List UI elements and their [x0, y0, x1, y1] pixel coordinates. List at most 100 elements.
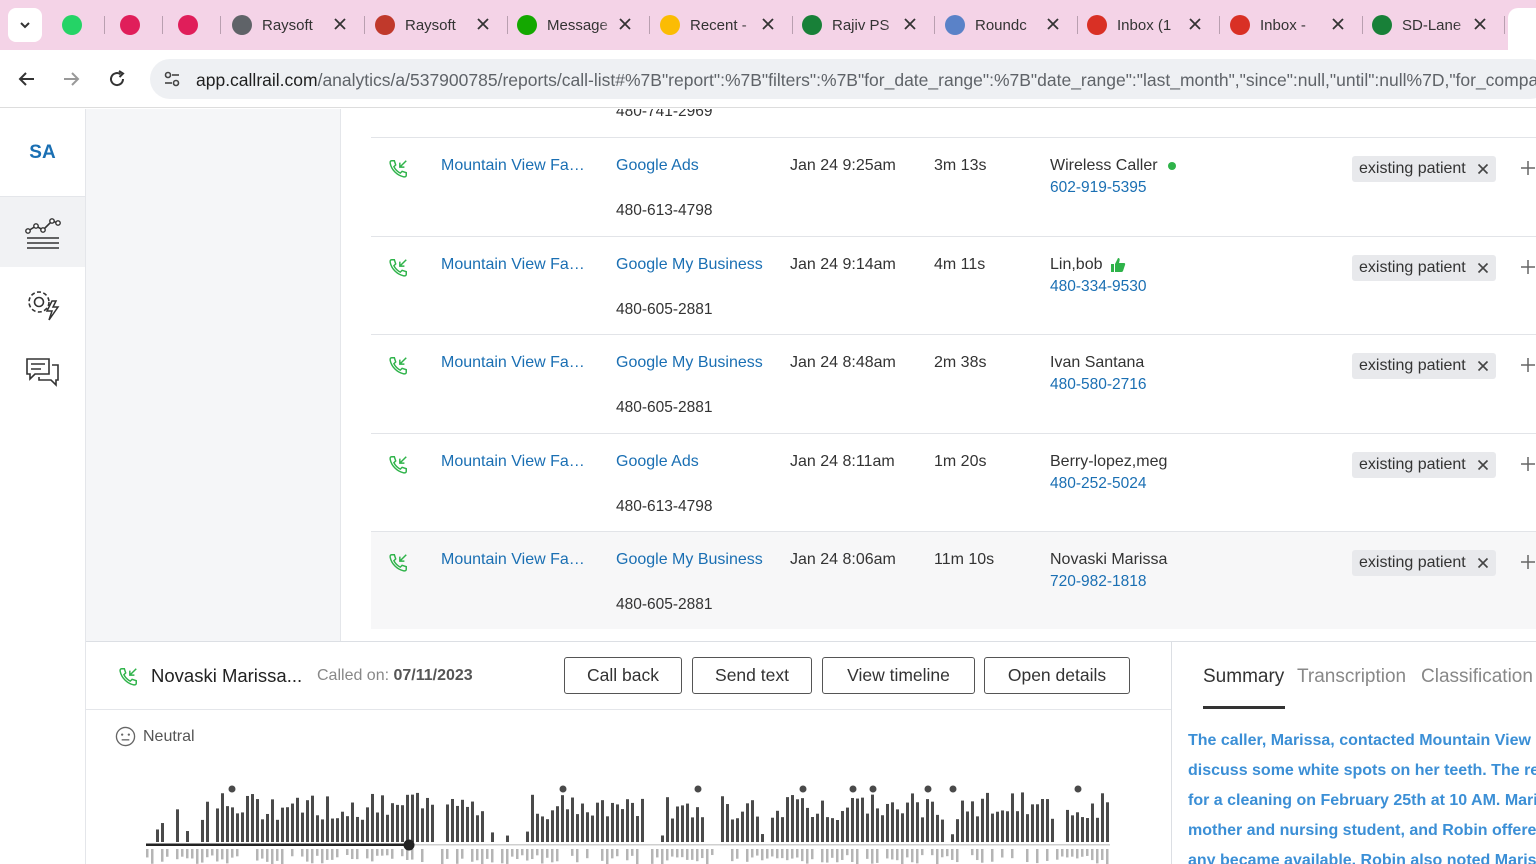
- sidebar-item-settings[interactable]: [0, 269, 85, 339]
- waveform-marker[interactable]: [559, 785, 567, 793]
- caller-number-link[interactable]: 480-252-5024: [1050, 475, 1147, 493]
- waveform-bar-lower: [826, 849, 829, 863]
- add-tag-icon[interactable]: [1519, 455, 1536, 473]
- call-back-button[interactable]: Call back: [564, 657, 682, 694]
- browser-tab[interactable]: Inbox -: [1230, 6, 1363, 44]
- waveform-bar: [406, 794, 409, 842]
- view-timeline-button[interactable]: View timeline: [822, 657, 975, 694]
- call-row[interactable]: Mountain View Family Dental Google My Bus…: [371, 531, 1536, 629]
- tab-classification[interactable]: Classification: [1421, 666, 1533, 688]
- waveform-marker[interactable]: [694, 785, 702, 793]
- remove-tag-icon[interactable]: [1477, 262, 1489, 274]
- caller-number-link[interactable]: 720-982-1818: [1050, 573, 1147, 591]
- call-insights-panel: Summary Transcription Classification The…: [1173, 642, 1536, 864]
- waveform-bar: [1106, 802, 1109, 842]
- waveform-bar-lower: [841, 849, 844, 860]
- browser-tab[interactable]: Rajiv PS: [802, 6, 935, 44]
- browser-tab[interactable]: Recent -: [660, 6, 793, 44]
- browser-tab[interactable]: [120, 6, 163, 44]
- company-link[interactable]: Mountain View Family Dental: [441, 354, 591, 372]
- caller-number-link[interactable]: 480-334-9530: [1050, 278, 1147, 296]
- remove-tag-icon[interactable]: [1477, 459, 1489, 471]
- tracking-number: 480-613-4798: [616, 497, 713, 515]
- source-link[interactable]: Google My Business: [616, 551, 763, 569]
- browser-tab[interactable]: Raysoft: [375, 6, 508, 44]
- company-link[interactable]: Mountain View Family Dental: [441, 157, 591, 175]
- waveform-bar: [376, 812, 379, 842]
- waveform-marker[interactable]: [924, 785, 932, 793]
- sidebar-item-analytics[interactable]: [0, 197, 85, 267]
- site-settings-icon[interactable]: [162, 69, 182, 89]
- browser-tab[interactable]: [178, 6, 221, 44]
- source-link[interactable]: Google My Business: [616, 354, 763, 372]
- browser-tab[interactable]: Roundc: [945, 6, 1078, 44]
- call-row[interactable]: Mountain View Family Dental Google Ads 480…: [371, 137, 1536, 235]
- company-link[interactable]: Mountain View Family Dental: [441, 551, 591, 569]
- company-link[interactable]: Mountain View Family Dental: [441, 256, 591, 274]
- source-link[interactable]: Google Ads: [616, 157, 699, 175]
- waveform-bar: [1001, 810, 1004, 842]
- audio-waveform[interactable]: [86, 772, 1172, 864]
- url-bar[interactable]: app.callrail.com/analytics/a/537900785/r…: [150, 59, 1536, 99]
- reload-button[interactable]: [104, 66, 130, 92]
- close-tab-icon[interactable]: [760, 16, 776, 32]
- browser-tab[interactable]: SD-Lane: [1372, 6, 1505, 44]
- close-tab-icon[interactable]: [1045, 16, 1061, 32]
- waveform-bar-lower: [271, 849, 274, 864]
- browser-tab[interactable]: Message: [517, 6, 650, 44]
- back-button[interactable]: [14, 66, 40, 92]
- close-tab-icon[interactable]: [332, 16, 348, 32]
- waveform-bar-lower: [511, 849, 514, 857]
- source-link[interactable]: Google Ads: [616, 453, 699, 471]
- google-drive-icon: [660, 15, 680, 35]
- tab-separator: [1077, 16, 1078, 34]
- call-row[interactable]: Mountain View Family Dental Google Ads 480…: [371, 432, 1536, 531]
- close-tab-icon[interactable]: [1187, 16, 1203, 32]
- add-tag-icon[interactable]: [1519, 553, 1536, 571]
- close-tab-icon[interactable]: [617, 16, 633, 32]
- company-link[interactable]: Mountain View Family Dental: [441, 453, 591, 471]
- waveform-bar-lower: [976, 849, 979, 861]
- call-row[interactable]: Mountain View Family Dental Google My Bus…: [371, 334, 1536, 432]
- forward-button[interactable]: [58, 66, 84, 92]
- browser-tab[interactable]: Inbox (1: [1087, 6, 1220, 44]
- remove-tag-icon[interactable]: [1477, 557, 1489, 569]
- remove-tag-icon[interactable]: [1477, 163, 1489, 175]
- waveform-bar-lower: [1071, 849, 1074, 857]
- tab-summary[interactable]: Summary: [1203, 666, 1284, 688]
- browser-tab[interactable]: Raysoft: [232, 6, 365, 44]
- waveform-bar-lower: [331, 849, 334, 860]
- close-tab-icon[interactable]: [475, 16, 491, 32]
- waveform-bar-lower: [651, 849, 654, 864]
- account-logo[interactable]: SA: [0, 109, 85, 197]
- waveform-marker[interactable]: [849, 785, 857, 793]
- call-row[interactable]: Mountain View Family Dental Google My Bus…: [371, 235, 1536, 334]
- waveform-marker[interactable]: [228, 785, 236, 793]
- playhead-handle[interactable]: [403, 839, 415, 851]
- waveform-bar-lower: [386, 849, 389, 856]
- send-text-button[interactable]: Send text: [692, 657, 812, 694]
- add-tag-icon[interactable]: [1519, 258, 1536, 276]
- waveform-marker[interactable]: [1074, 785, 1082, 793]
- tab-search-button[interactable]: [8, 8, 42, 42]
- call-detail-main: Novaski Marissa... Called on: 07/11/2023…: [86, 642, 1172, 864]
- caller-number-link[interactable]: 480-580-2716: [1050, 376, 1147, 394]
- close-tab-icon[interactable]: [1330, 16, 1346, 32]
- source-link[interactable]: Google My Business: [616, 256, 763, 274]
- add-tag-icon[interactable]: [1519, 356, 1536, 374]
- waveform-marker[interactable]: [799, 785, 807, 793]
- close-tab-icon[interactable]: [902, 16, 918, 32]
- close-tab-icon[interactable]: [1472, 16, 1488, 32]
- waveform-marker[interactable]: [869, 785, 877, 793]
- waveform-bar-lower: [1101, 849, 1104, 861]
- open-details-button[interactable]: Open details: [984, 657, 1130, 694]
- browser-tab[interactable]: [62, 6, 105, 44]
- remove-tag-icon[interactable]: [1477, 360, 1489, 372]
- active-tab[interactable]: [1508, 8, 1536, 50]
- sidebar-item-messages[interactable]: [0, 337, 85, 407]
- tab-transcription[interactable]: Transcription: [1297, 666, 1406, 688]
- add-tag-icon[interactable]: [1519, 159, 1536, 177]
- caller-number-link[interactable]: 602-919-5395: [1050, 179, 1147, 197]
- waveform-marker[interactable]: [949, 785, 957, 793]
- waveform-bar: [256, 799, 259, 842]
